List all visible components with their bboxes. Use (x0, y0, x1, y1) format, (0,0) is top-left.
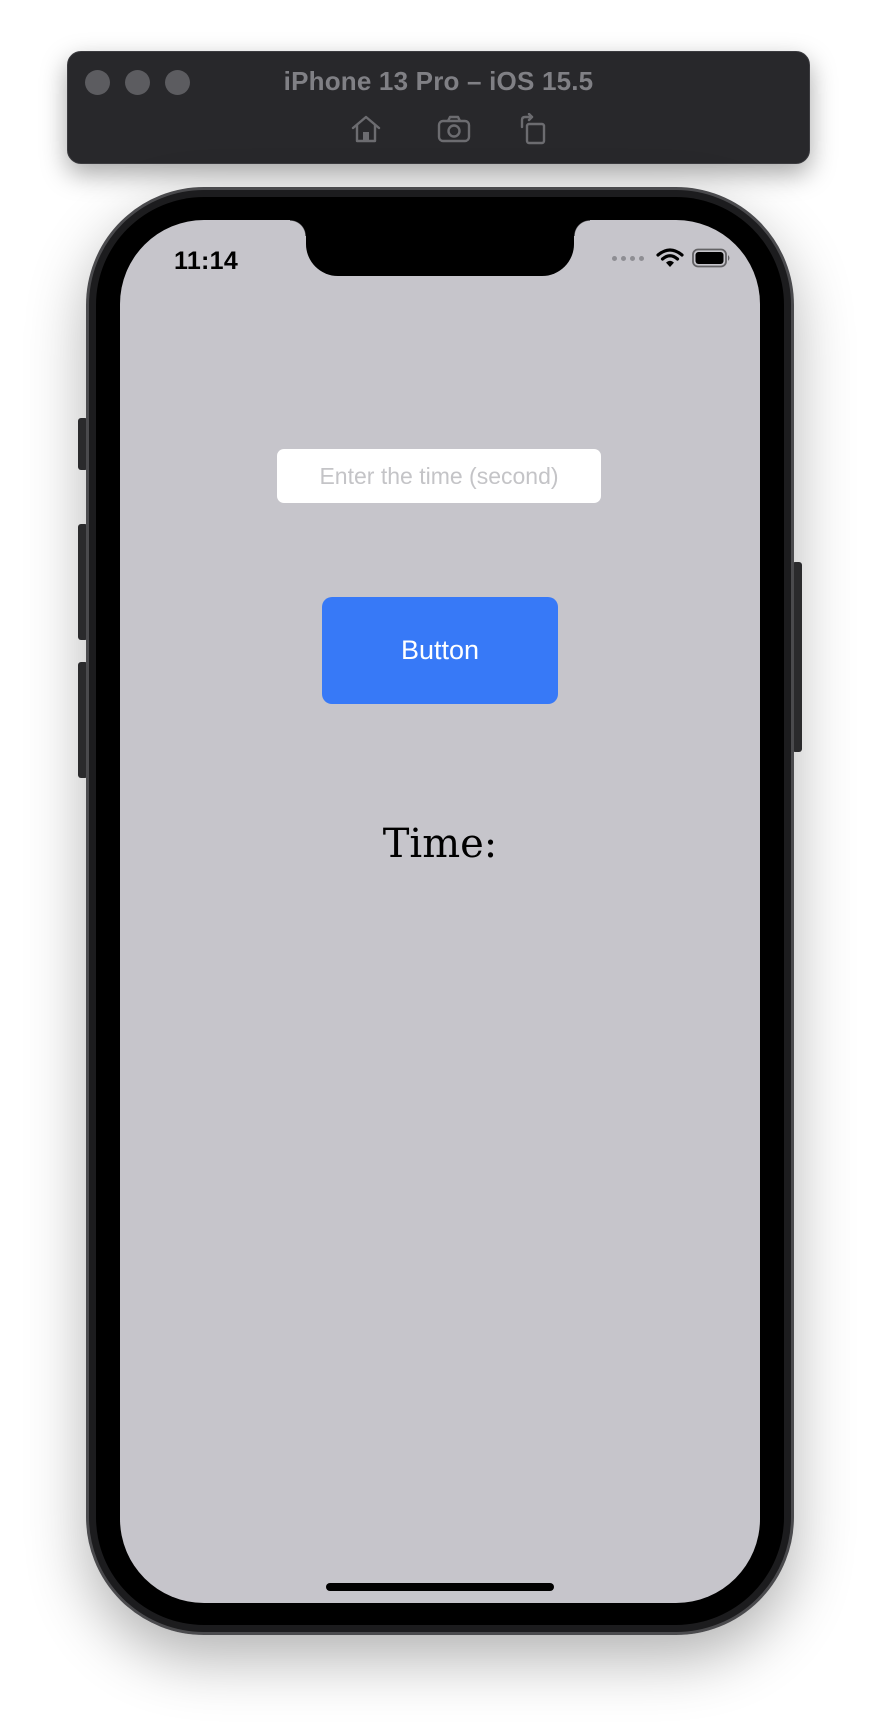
start-button[interactable]: Button (322, 597, 558, 704)
battery-icon (692, 248, 730, 268)
home-button[interactable] (347, 110, 385, 148)
simulator-title: iPhone 13 Pro – iOS 15.5 (283, 66, 594, 96)
home-indicator (326, 1583, 554, 1591)
wifi-icon (656, 248, 684, 267)
screenshot-icon (437, 115, 471, 143)
status-time: 11:14 (174, 247, 239, 275)
home-icon (351, 115, 381, 143)
device-notch (290, 220, 590, 276)
rotate-icon (520, 113, 546, 145)
time-input[interactable] (277, 449, 601, 503)
simulator-toolbar: iPhone 13 Pro – iOS 15.5 (67, 51, 810, 164)
device-screen: 11:14 Button Time: (120, 220, 760, 1603)
cellular-signal-icon (612, 255, 644, 261)
screenshot-button[interactable] (435, 110, 473, 148)
status-icons (612, 248, 732, 268)
rotate-button[interactable] (514, 110, 552, 148)
time-label: Time: (382, 821, 498, 867)
